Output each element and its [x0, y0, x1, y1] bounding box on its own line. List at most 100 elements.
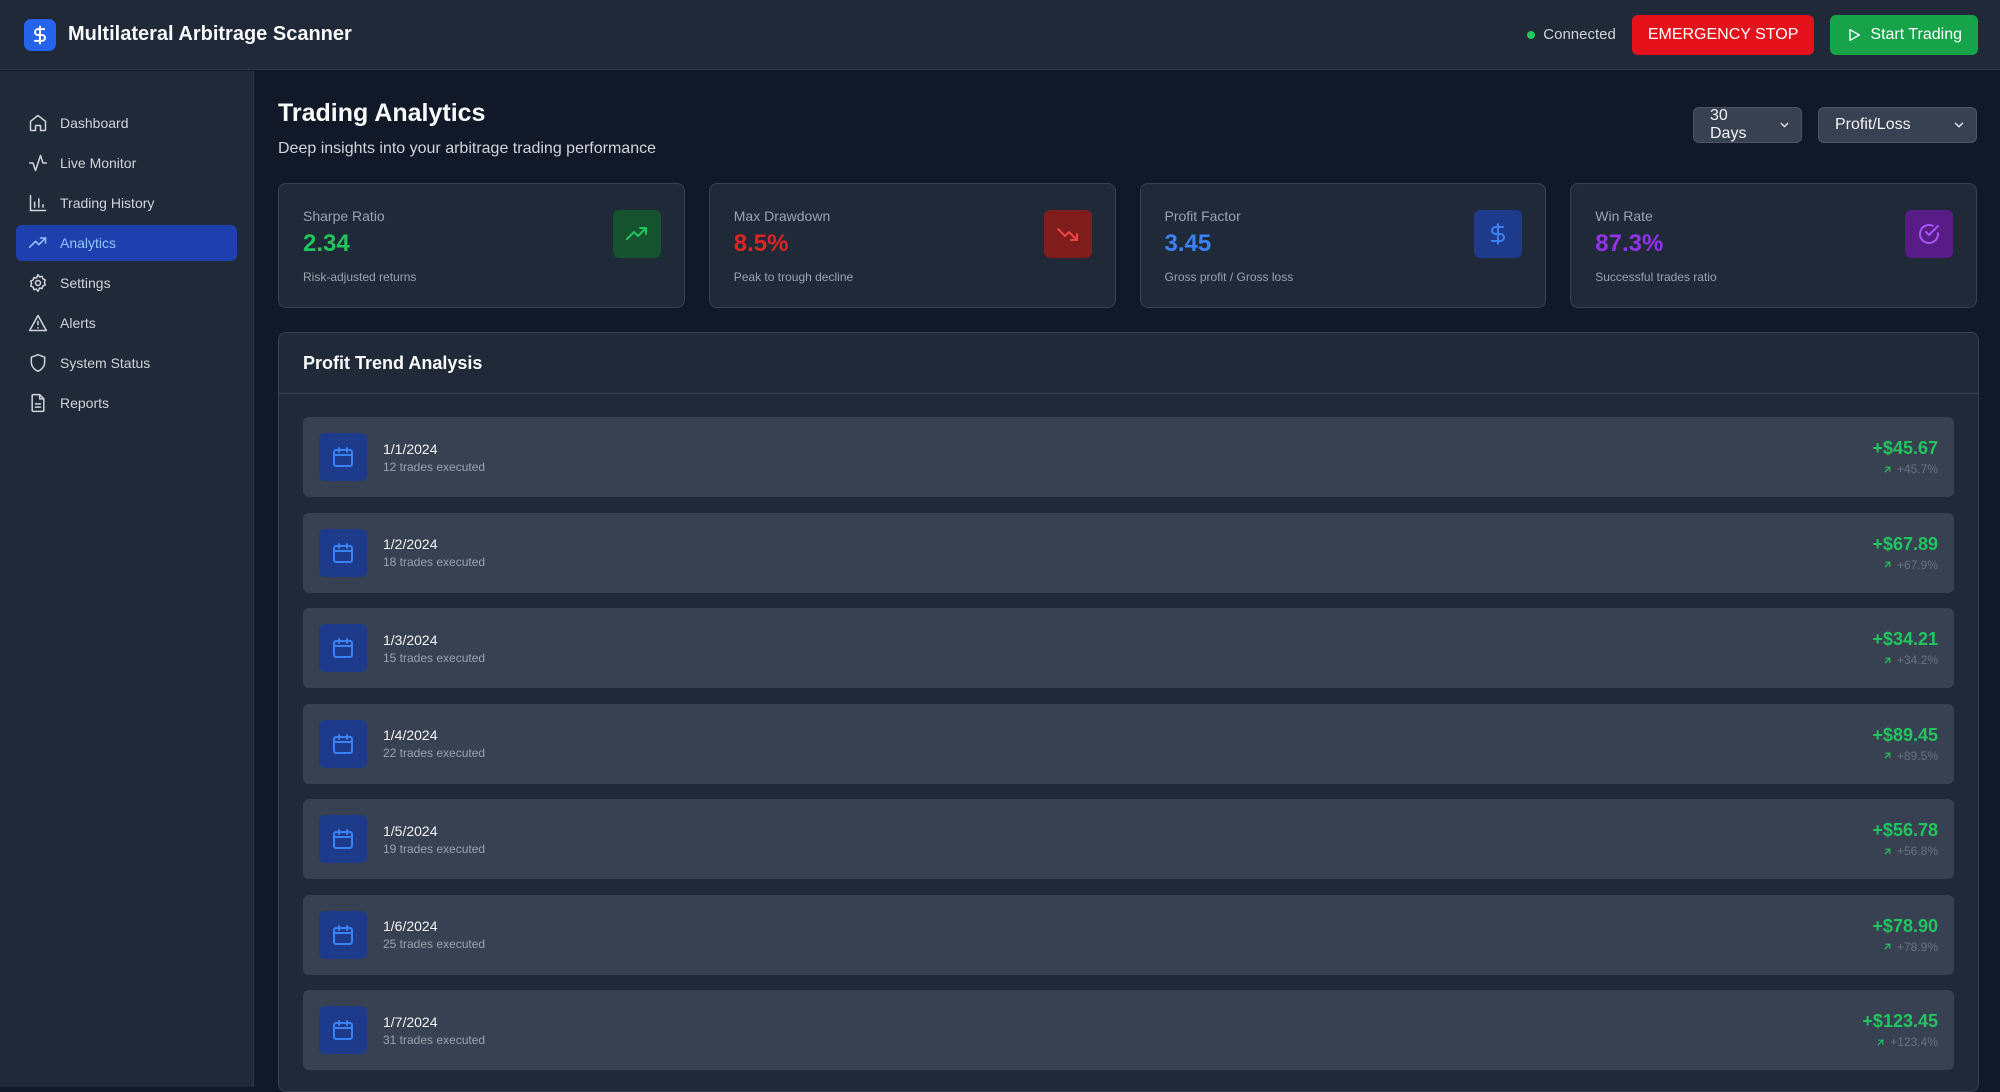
calendar-icon — [319, 624, 367, 672]
top-bar: Multilateral Arbitrage Scanner Connected… — [0, 0, 2000, 70]
row-trades: 18 trades executed — [383, 555, 486, 569]
sidebar-item-label: System Status — [60, 355, 151, 371]
start-trading-label: Start Trading — [1870, 25, 1962, 43]
calendar-icon — [319, 815, 367, 863]
sidebar-item-label: Trading History — [60, 195, 155, 211]
stat-value: 3.45 — [1164, 230, 1212, 257]
row-amount: +$78.90 — [1872, 915, 1938, 936]
row-trades: 25 trades executed — [383, 937, 486, 951]
warning-icon — [28, 314, 48, 332]
app-title: Multilateral Arbitrage Scanner — [68, 23, 352, 45]
stat-description: Gross profit / Gross loss — [1164, 270, 1294, 284]
shield-icon — [30, 353, 46, 373]
row-percent: +45.7% — [1896, 462, 1938, 476]
sidebar-item-label: Analytics — [60, 235, 117, 251]
row-amount: +$34.21 — [1872, 629, 1938, 649]
panel-title: Profit Trend Analysis — [303, 352, 483, 373]
arrow-up-right-icon — [1884, 657, 1891, 663]
row-date: 1/6/2024 — [383, 918, 438, 934]
stat-label: Profit Factor — [1164, 208, 1241, 224]
stat-value: 8.5% — [733, 230, 789, 257]
list-item: 1/2/2024 18 trades executed +$67.89 +67.9% — [303, 512, 1954, 593]
row-amount: +$56.78 — [1872, 820, 1938, 840]
stat-description: Peak to trough decline — [733, 270, 854, 284]
list-item: 1/1/2024 12 trades executed +$45.67 +45.7% — [303, 417, 1954, 497]
row-percent: +67.9% — [1896, 557, 1938, 572]
main-content: Trading Analytics Deep insights into you… — [255, 71, 2000, 1092]
row-date: 1/7/2024 — [383, 1013, 438, 1030]
period-select-value: 30 Days — [1710, 107, 1747, 142]
trending-up-icon — [28, 237, 47, 248]
row-date: 1/1/2024 — [383, 440, 438, 457]
chevron-down-icon — [1954, 122, 1964, 128]
row-trades: 15 trades executed — [383, 650, 486, 665]
sidebar-item-system-status[interactable]: System Status — [16, 345, 237, 381]
emergency-stop-button[interactable]: EMERGENCY STOP — [1631, 14, 1815, 55]
row-amount: +$67.89 — [1872, 533, 1938, 554]
page-subtitle: Deep insights into your arbitrage tradin… — [278, 140, 656, 157]
list-item: 1/3/2024 15 trades executed +$34.21 +34.2% — [303, 608, 1954, 688]
sidebar-item-live-monitor[interactable]: Live Monitor — [16, 145, 237, 181]
sidebar-item-label: Dashboard — [60, 115, 129, 131]
arrow-up-right-icon — [1884, 466, 1891, 472]
stat-value: 87.3% — [1595, 230, 1664, 257]
sidebar-item-trading-history[interactable]: Trading History — [16, 185, 237, 221]
row-amount: +$89.45 — [1872, 724, 1938, 745]
home-icon — [29, 114, 47, 132]
stat-value: 2.34 — [303, 230, 350, 257]
row-percent: +89.5% — [1896, 748, 1938, 763]
trending-down-icon — [1043, 210, 1092, 258]
start-trading-button[interactable]: Start Trading — [1830, 14, 1978, 55]
page-title: Trading Analytics — [278, 99, 486, 127]
activity-icon — [28, 154, 48, 172]
row-percent: +56.8% — [1896, 844, 1938, 858]
row-trades: 31 trades executed — [383, 1032, 486, 1047]
stat-card-max-drawdown: Max Drawdown 8.5% Peak to trough decline — [708, 183, 1116, 308]
arrow-up-right-icon — [1884, 943, 1891, 950]
sidebar-item-label: Reports — [60, 395, 110, 411]
gear-icon — [30, 273, 46, 293]
sidebar-item-settings[interactable]: Settings — [16, 265, 237, 301]
row-amount: +$123.45 — [1862, 1011, 1938, 1031]
sidebar-item-reports[interactable]: Reports — [16, 385, 237, 421]
calendar-icon — [319, 719, 367, 768]
list-item: 1/6/2024 25 trades executed +$78.90 +78.9% — [303, 894, 1954, 975]
row-date: 1/2/2024 — [383, 536, 438, 552]
calendar-icon — [319, 1006, 367, 1054]
metric-select-value: Profit/Loss — [1835, 116, 1911, 133]
stat-label: Max Drawdown — [733, 208, 831, 224]
row-percent: +34.2% — [1896, 653, 1938, 667]
play-icon — [1849, 28, 1861, 41]
stat-card-sharpe-ratio: Sharpe Ratio 2.34 Risk-adjusted returns — [278, 183, 685, 308]
bar-chart-icon — [29, 194, 47, 212]
row-date: 1/3/2024 — [383, 631, 438, 648]
row-percent: +123.4% — [1890, 1035, 1938, 1049]
row-trades: 12 trades executed — [383, 459, 486, 474]
list-item: 1/5/2024 19 trades executed +$56.78 +56.8% — [303, 799, 1954, 879]
stat-card-win-rate: Win Rate 87.3% Successful trades ratio — [1570, 183, 1977, 308]
connection-status-dot — [1527, 30, 1536, 39]
stat-card-profit-factor: Profit Factor 3.45 Gross profit / Gross … — [1139, 183, 1547, 308]
period-select[interactable]: 30 Days — [1693, 107, 1802, 143]
profit-trend-panel: Profit Trend Analysis 1/1/2024 12 trades … — [278, 332, 1979, 1092]
trending-up-icon — [612, 210, 661, 258]
sidebar-item-analytics[interactable]: Analytics — [16, 225, 237, 261]
stat-description: Successful trades ratio — [1595, 270, 1717, 284]
sidebar-item-dashboard[interactable]: Dashboard — [16, 105, 237, 141]
sidebar-item-label: Alerts — [60, 315, 96, 331]
arrow-up-right-icon — [1884, 848, 1891, 854]
sidebar-item-label: Settings — [60, 275, 111, 291]
metric-select[interactable]: Profit/Loss — [1818, 107, 1977, 143]
sidebar: Dashboard Live Monitor Trading History A… — [0, 71, 254, 1087]
calendar-icon — [319, 433, 367, 481]
sidebar-item-alerts[interactable]: Alerts — [16, 305, 237, 341]
row-percent: +78.9% — [1896, 939, 1938, 954]
arrow-up-right-icon — [1877, 1039, 1884, 1045]
arrow-up-right-icon — [1884, 561, 1891, 568]
chevron-down-icon — [1780, 122, 1789, 128]
sidebar-item-label: Live Monitor — [60, 155, 137, 171]
stat-label: Win Rate — [1595, 208, 1653, 224]
row-amount: +$45.67 — [1872, 438, 1938, 458]
stat-label: Sharpe Ratio — [303, 208, 385, 224]
list-item: 1/4/2024 22 trades executed +$89.45 +89.5% — [303, 703, 1954, 784]
